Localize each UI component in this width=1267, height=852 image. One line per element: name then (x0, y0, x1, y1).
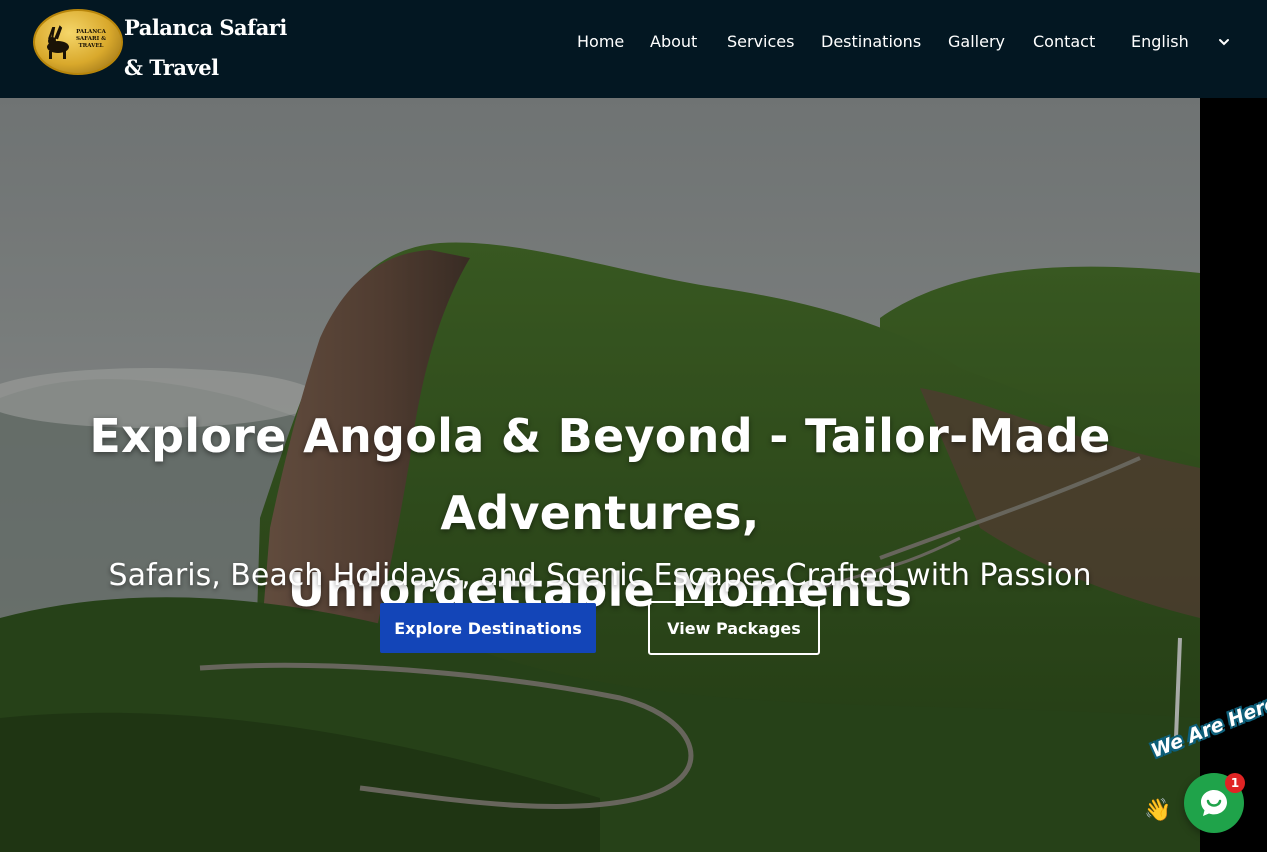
waving-hand-icon: 👋 (1144, 798, 1172, 823)
language-value: English (1131, 32, 1189, 51)
nav-gallery[interactable]: Gallery (948, 30, 1005, 54)
right-edge-strip (1200, 98, 1267, 852)
hero-section: Explore Angola & Beyond - Tailor-Made Ad… (0, 98, 1200, 852)
nav-services[interactable]: Services (727, 30, 794, 54)
site-header: PALANCA SAFARI & TRAVEL Palanca Safari &… (0, 0, 1267, 98)
logo-badge[interactable]: PALANCA SAFARI & TRAVEL (33, 9, 123, 75)
hero-title-line-1: Explore Angola & Beyond - Tailor-Made Ad… (89, 409, 1111, 540)
logo-line-1: Palanca Safari (124, 15, 287, 40)
hero-subtitle: Safaris, Beach Holidays, and Scenic Esca… (108, 558, 1092, 593)
logo-text[interactable]: Palanca Safari & Travel (124, 8, 287, 88)
chevron-down-icon (1219, 39, 1229, 46)
nav-home[interactable]: Home (577, 30, 624, 54)
nav-destinations[interactable]: Destinations (821, 30, 921, 54)
chat-bubble-icon (1201, 790, 1227, 816)
chat-unread-badge: 1 (1225, 773, 1245, 793)
language-select[interactable]: English (1131, 30, 1235, 54)
logo-line-2: & Travel (124, 55, 219, 80)
nav-contact[interactable]: Contact (1033, 30, 1095, 54)
logo-badge-text: PALANCA SAFARI & TRAVEL (75, 29, 107, 49)
explore-destinations-button[interactable]: Explore Destinations (380, 603, 596, 653)
nav-about[interactable]: About (650, 30, 697, 54)
view-packages-button[interactable]: View Packages (648, 601, 820, 655)
